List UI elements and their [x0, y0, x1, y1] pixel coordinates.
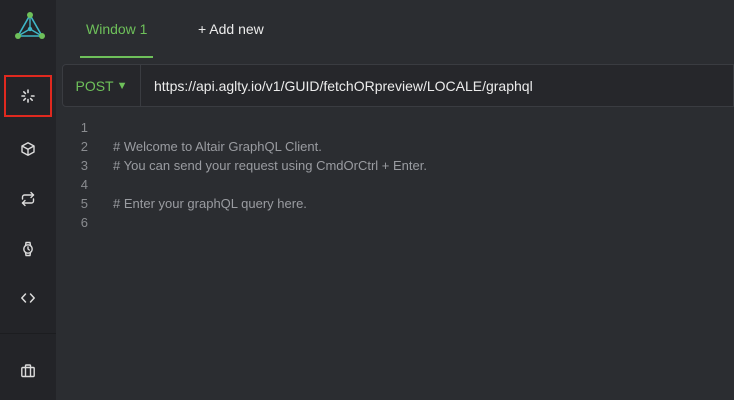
editor-line: 2 # Welcome to Altair GraphQL Client. [62, 137, 734, 156]
altair-app: Window 1 + Add new POST ▼ 1 2 # Welcome … [0, 0, 734, 400]
add-new-window-button[interactable]: + Add new [198, 0, 264, 58]
line-number: 5 [80, 196, 88, 211]
line-number: 4 [80, 177, 88, 192]
editor-line: 4 [62, 175, 734, 194]
editor-line: 6 [62, 213, 734, 232]
line-number: 2 [80, 139, 88, 154]
url-bar: POST ▼ [62, 64, 734, 107]
briefcase-icon [21, 364, 35, 378]
window-tabs: Window 1 + Add new [56, 0, 734, 58]
swap-arrows-icon [21, 191, 35, 207]
sidebar-watch-button[interactable] [4, 228, 52, 270]
sidebar [0, 0, 56, 400]
line-number: 1 [80, 120, 88, 135]
http-method-label: POST [75, 77, 114, 94]
editor-line: 3 # You can send your request using CmdO… [62, 156, 734, 175]
sidebar-briefcase-button[interactable] [4, 350, 52, 392]
active-tab-indicator [80, 56, 154, 58]
loading-icon [21, 89, 35, 103]
caret-down-icon: ▼ [116, 79, 128, 92]
sidebar-divider [0, 333, 56, 334]
watch-icon [23, 241, 33, 257]
line-number: 6 [80, 215, 88, 230]
line-text: # Welcome to Altair GraphQL Client. [113, 139, 322, 154]
sidebar-loading-button[interactable] [4, 75, 52, 117]
line-text: # Enter your graphQL query here. [113, 196, 307, 211]
tab-window-1[interactable]: Window 1 [80, 0, 154, 58]
altair-logo-icon [13, 10, 47, 44]
sidebar-cube-button[interactable] [4, 128, 52, 170]
query-editor[interactable]: 1 2 # Welcome to Altair GraphQL Client. … [62, 112, 734, 400]
url-input[interactable] [142, 65, 732, 106]
line-number: 3 [80, 158, 88, 173]
tab-window-label: Window 1 [86, 21, 148, 37]
sidebar-code-button[interactable] [4, 277, 52, 319]
editor-line: 1 [62, 118, 734, 137]
editor-line: 5 # Enter your graphQL query here. [62, 194, 734, 213]
code-brackets-icon [21, 293, 35, 303]
cube-icon [21, 142, 35, 156]
sidebar-swap-button[interactable] [4, 178, 52, 220]
line-text: # You can send your request using CmdOrC… [113, 158, 427, 173]
http-method-select[interactable]: POST ▼ [63, 65, 141, 106]
